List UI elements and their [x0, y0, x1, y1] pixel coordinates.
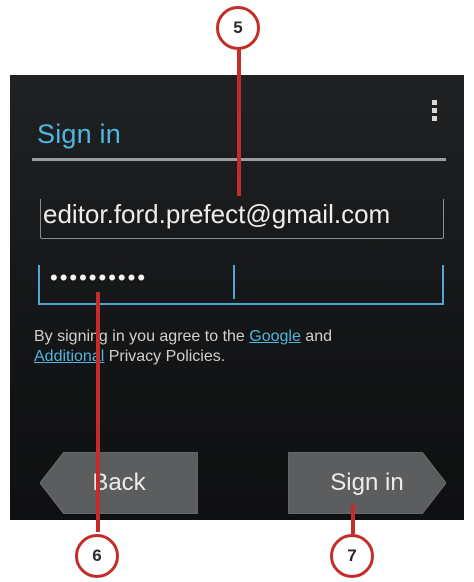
callout-5: 5: [216, 6, 260, 50]
callout-6: 6: [75, 534, 119, 578]
callout-6-line: [96, 292, 100, 532]
text-cursor: [233, 265, 235, 299]
email-value: editor.ford.prefect@gmail.com: [43, 199, 391, 229]
email-field[interactable]: editor.ford.prefect@gmail.com: [40, 199, 444, 239]
callout-7-line: [351, 504, 355, 534]
password-value: ••••••••••: [50, 265, 148, 290]
sign-in-button[interactable]: Sign in: [288, 452, 446, 514]
additional-link[interactable]: Additional: [34, 348, 104, 365]
callout-7: 7: [330, 534, 374, 578]
callout-5-line: [237, 48, 241, 196]
page-title: Sign in: [37, 119, 121, 149]
overflow-menu-icon[interactable]: [431, 100, 439, 124]
google-link[interactable]: Google: [249, 328, 301, 345]
back-button[interactable]: Back: [40, 452, 198, 514]
